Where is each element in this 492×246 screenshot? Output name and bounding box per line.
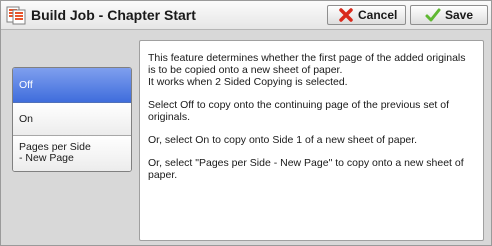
option-pages-per-side-new-page[interactable]: Pages per Side - New Page <box>13 136 131 171</box>
description-intro-line1: This feature determines whether the firs… <box>148 52 466 76</box>
dialog-window: Build Job - Chapter Start Cancel Save Of… <box>0 0 492 246</box>
option-pages-label-line2: - New Page <box>19 152 74 164</box>
description-off-text: Select Off to copy onto the continuing p… <box>148 99 450 123</box>
option-off-label: Off <box>19 79 33 91</box>
checkmark-icon <box>425 8 441 22</box>
description-on-text: Or, select On to copy onto Side 1 of a n… <box>148 134 418 146</box>
cancel-button[interactable]: Cancel <box>327 5 406 25</box>
option-off[interactable]: Off <box>13 68 131 103</box>
description-pages-text: Or, select "Pages per Side - New Page" t… <box>148 157 464 181</box>
save-button[interactable]: Save <box>410 5 488 25</box>
cancel-button-label: Cancel <box>358 8 398 22</box>
build-job-icon <box>6 6 26 25</box>
title-bar: Build Job - Chapter Start Cancel Save <box>1 1 491 30</box>
description-intro-line2: It works when 2 Sided Copying is selecte… <box>148 76 348 88</box>
option-on-label: On <box>19 113 34 125</box>
option-list: Off On Pages per Side - New Page <box>12 67 132 172</box>
page-title: Build Job - Chapter Start <box>31 7 196 23</box>
save-button-label: Save <box>445 8 474 22</box>
cancel-x-icon <box>339 8 353 22</box>
description-panel: This feature determines whether the firs… <box>139 40 484 241</box>
option-on[interactable]: On <box>13 103 131 136</box>
